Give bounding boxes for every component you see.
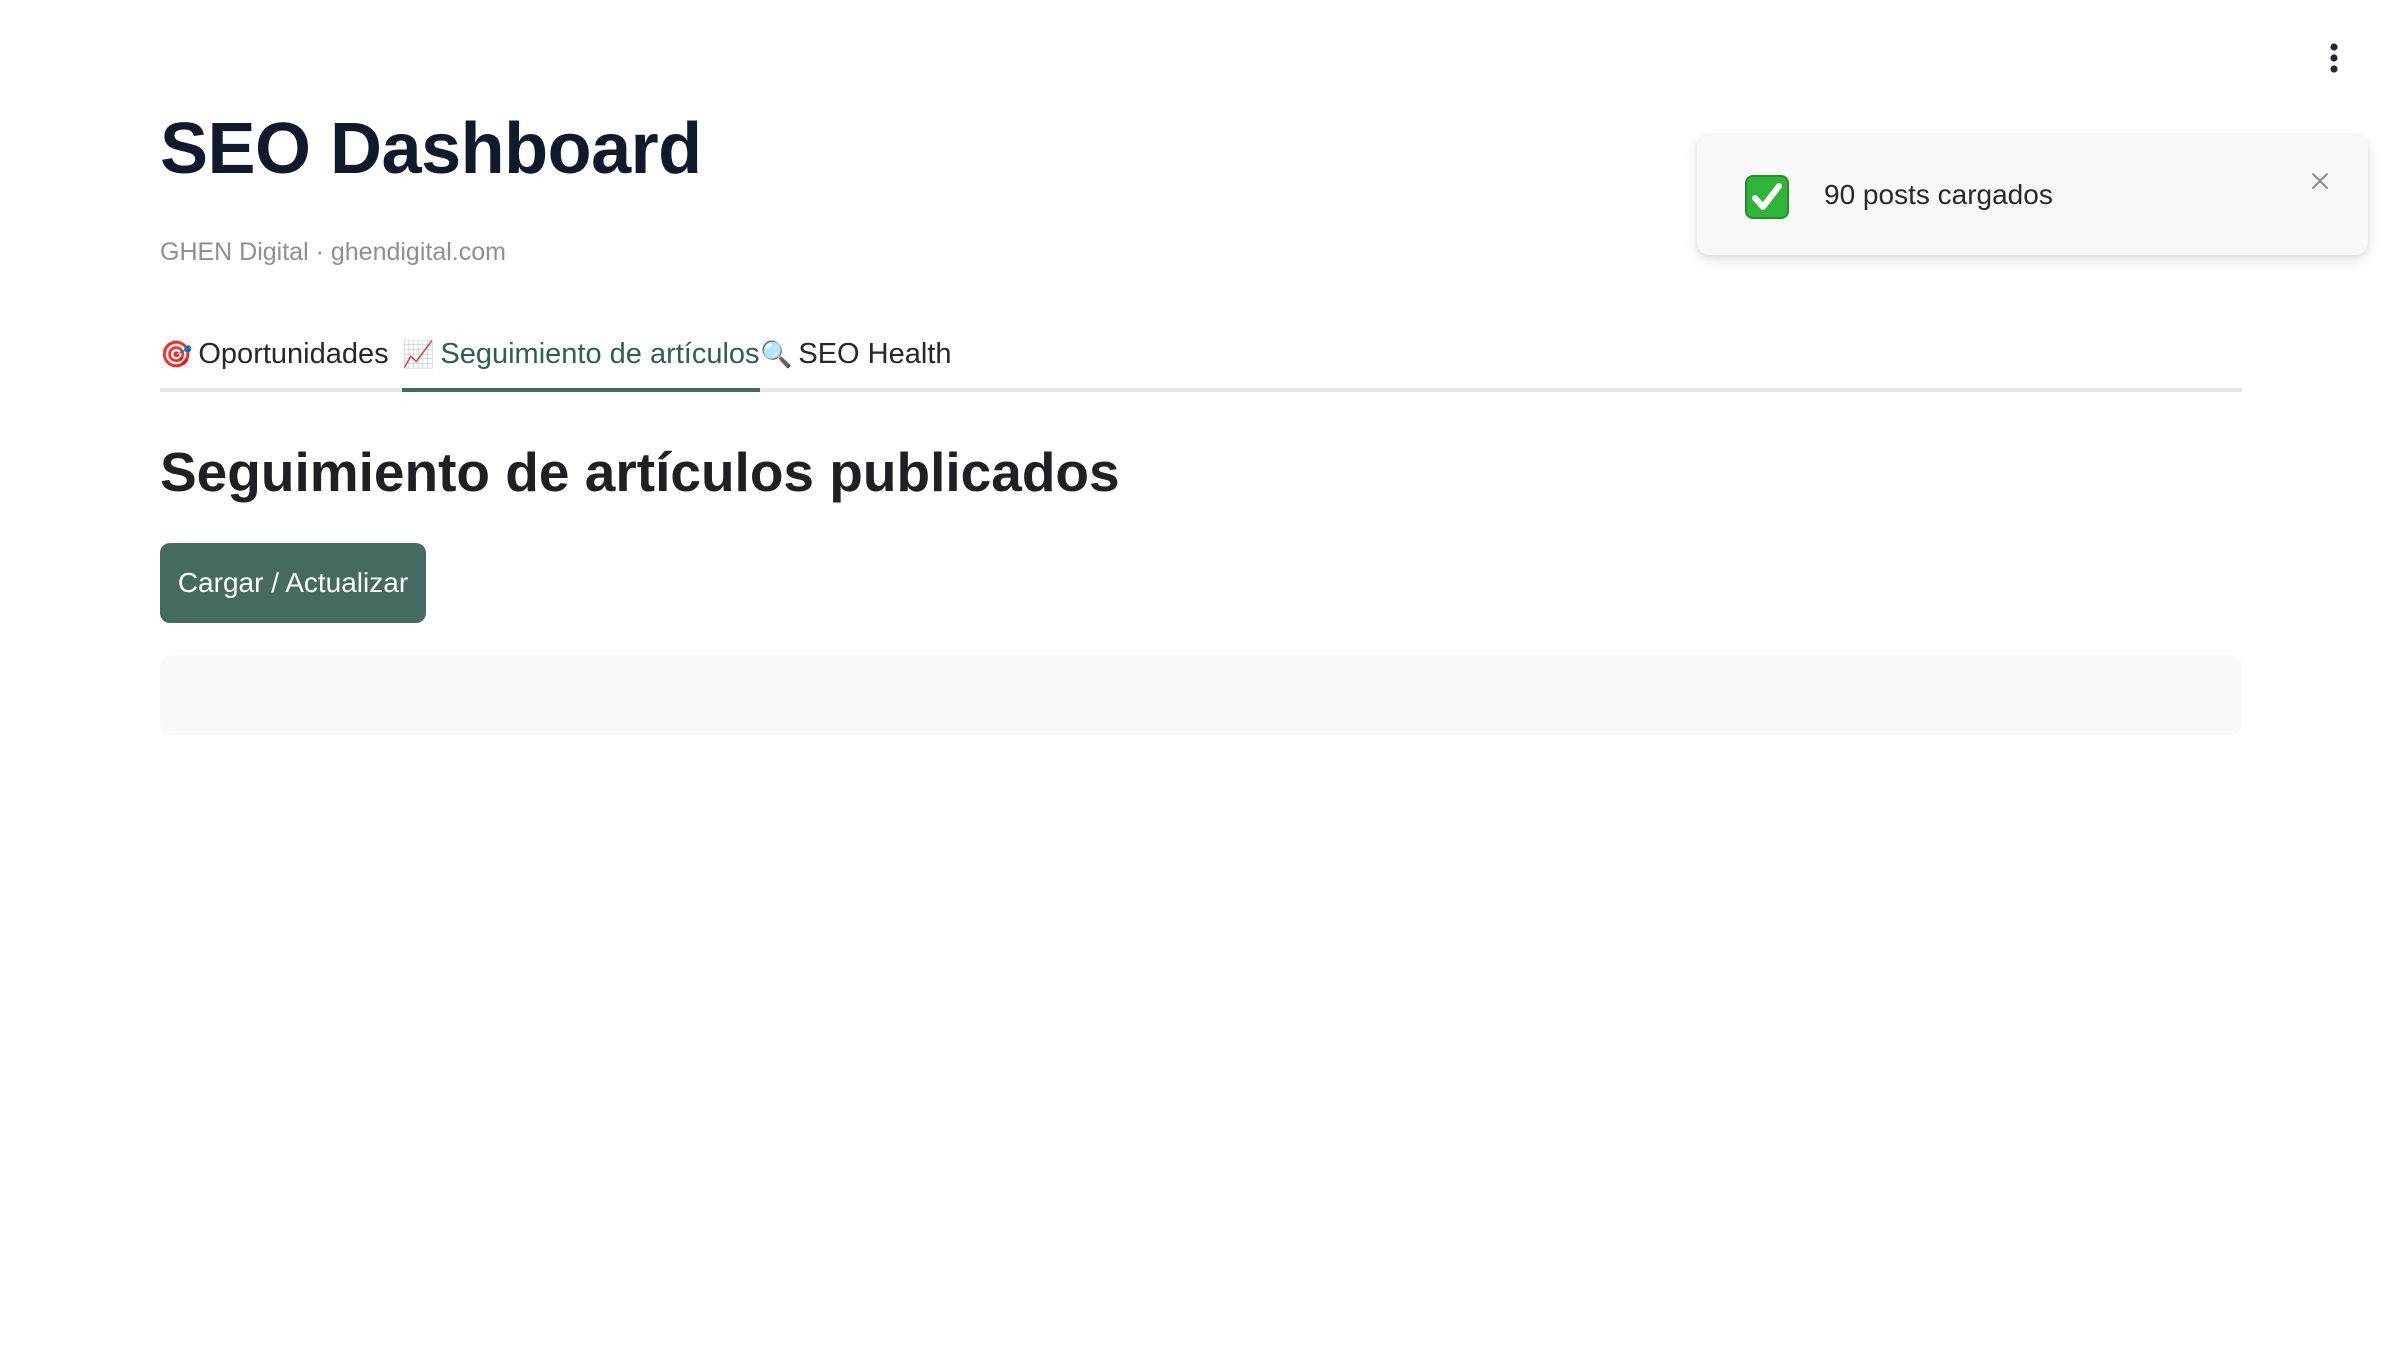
tab-oportunidades[interactable]: 🎯 Oportunidades [160,320,389,388]
main-menu-button[interactable] [2312,36,2356,80]
load-update-button[interactable]: Cargar / Actualizar [160,543,426,623]
close-icon[interactable] [2306,167,2334,195]
toast-notification: 90 posts cargados [1697,135,2368,255]
target-icon: 🎯 [160,338,193,369]
tab-bar: 🎯 Oportunidades 📈 Seguimiento de artícul… [160,320,2242,392]
tab-label: SEO Health [798,337,952,370]
magnifier-icon: 🔍 [760,338,793,369]
chart-increasing-icon: 📈 [402,338,435,369]
page-subtitle: GHEN Digital · ghendigital.com [160,238,506,266]
tab-label: Seguimiento de artículos [440,337,760,370]
empty-content-panel [160,655,2242,735]
app-page: SEO Dashboard GHEN Digital · ghendigital… [0,0,2400,1370]
section-title: Seguimiento de artículos publicados [160,441,1120,503]
tab-label: Oportunidades [198,337,389,370]
check-mark-button-icon [1745,175,1789,219]
tab-seo-health[interactable]: 🔍 SEO Health [760,320,952,388]
toast-message: 90 posts cargados [1824,179,2053,210]
more-vertical-icon [2329,43,2339,73]
tab-seguimiento-de-articulos[interactable]: 📈 Seguimiento de artículos [402,320,760,392]
page-title: SEO Dashboard [160,109,702,189]
